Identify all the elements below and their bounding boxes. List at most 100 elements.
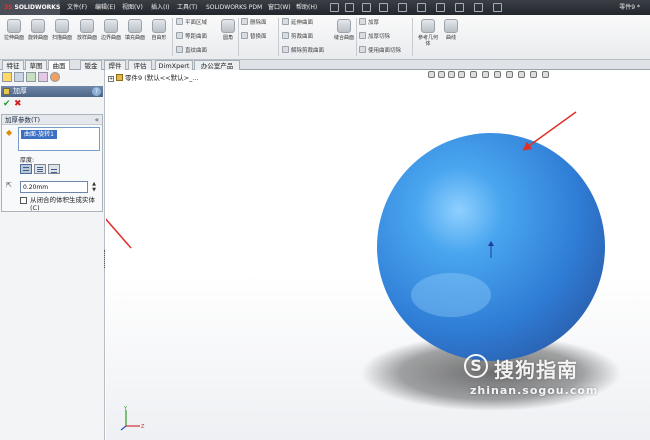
reference-geometry-button[interactable]: 参考几何体 — [416, 19, 440, 47]
help-icon[interactable]: ? — [92, 87, 101, 96]
fillet-button[interactable]: 圆角 — [217, 19, 239, 41]
thicken-button[interactable]: 加厚 — [359, 18, 379, 28]
check-icon[interactable]: ✔ — [3, 99, 11, 109]
tab-weldments[interactable]: 焊件 — [104, 60, 126, 70]
configuration-manager-icon[interactable] — [26, 72, 36, 82]
freeform-icon — [152, 19, 166, 33]
undo-icon[interactable] — [417, 3, 426, 12]
untrim-surface-button[interactable]: 解除剪裁曲面 — [282, 46, 324, 56]
group-header[interactable]: 加厚参数(T) « — [2, 115, 102, 125]
rebuild-icon[interactable] — [455, 3, 464, 12]
watermark-name: 搜狗指南 — [494, 358, 578, 382]
close-icon[interactable]: ✖ — [14, 99, 22, 109]
solidworks-logo[interactable]: 3S SOLIDWORKS — [0, 0, 60, 15]
save-icon[interactable] — [379, 3, 388, 12]
create-solid-checkbox[interactable] — [20, 197, 27, 204]
fillet-label: 圆角 — [222, 35, 233, 41]
filled-surface-button[interactable]: 填充曲面 — [124, 19, 146, 41]
offset-surface-button[interactable]: 等距曲面 — [176, 32, 207, 42]
tab-evaluate[interactable]: 评估 — [128, 60, 152, 70]
options-gear-icon[interactable] — [493, 3, 502, 12]
graphics-area[interactable]: + 零件9 (默认<<默认>_... Y Z S 搜狗指南 zhinan.sog… — [106, 70, 650, 440]
extruded-surface-button[interactable]: 拉伸曲面 — [3, 19, 25, 41]
sphere-highlight — [411, 273, 491, 317]
extruded-surface-label: 拉伸曲面 — [3, 35, 24, 41]
revolved-surface-button[interactable]: 旋转曲面 — [27, 19, 49, 41]
swept-surface-icon — [55, 19, 69, 33]
watermark-logo: S — [464, 354, 488, 378]
menu-insert[interactable]: 插入(I) — [151, 0, 169, 15]
tab-features[interactable]: 特征 — [2, 60, 24, 70]
menu-pdm[interactable]: SOLIDWORKS PDM — [206, 0, 262, 15]
thickened-cut-button[interactable]: 加厚切除 — [359, 32, 390, 42]
thicken-label: 加厚 — [368, 20, 380, 26]
cut-with-surface-button[interactable]: 使用曲面切除 — [359, 46, 401, 56]
feature-manager-icon[interactable] — [2, 72, 12, 82]
document-title: 零件9 * — [619, 4, 640, 11]
menu-edit[interactable]: 编辑(E) — [95, 0, 115, 15]
curves-button[interactable]: 曲线 — [440, 19, 462, 41]
cut-with-surface-label: 使用曲面切除 — [368, 48, 402, 54]
thicken-side2-button[interactable] — [48, 164, 60, 174]
display-manager-icon[interactable] — [50, 72, 60, 82]
menu-file[interactable]: 文件(F) — [67, 0, 87, 15]
surface-selection-list[interactable]: 曲面-旋转1 — [18, 127, 100, 151]
tab-surfaces[interactable]: 曲面 — [48, 60, 70, 70]
menu-window[interactable]: 窗口(W) — [268, 0, 291, 15]
swept-surface-button[interactable]: 扫描曲面 — [51, 19, 73, 41]
delete-face-icon — [241, 18, 248, 25]
tab-dimxpert[interactable]: DimXpert — [155, 60, 193, 70]
lofted-surface-button[interactable]: 放样曲面 — [76, 19, 98, 41]
tab-sheet-metal[interactable]: 钣金 — [80, 60, 102, 70]
command-manager: 拉伸曲面 旋转曲面 扫描曲面 放样曲面 边界曲面 填充曲面 自由形 平面区域 等… — [0, 15, 650, 60]
print-icon[interactable] — [398, 3, 407, 12]
collapse-chevron-icon[interactable]: « — [95, 115, 99, 125]
planar-surface-button[interactable]: 平面区域 — [176, 18, 207, 28]
select-icon[interactable] — [436, 3, 445, 12]
extend-surface-label: 延伸曲面 — [291, 20, 314, 26]
boundary-surface-button[interactable]: 边界曲面 — [100, 19, 122, 41]
pin-icon[interactable] — [330, 3, 339, 12]
cut-with-surface-icon — [359, 46, 366, 53]
reference-geometry-label: 参考几何体 — [417, 35, 438, 47]
menu-help[interactable]: 帮助(H) — [296, 0, 317, 15]
file-properties-icon[interactable] — [474, 3, 483, 12]
trim-surface-button[interactable]: 剪裁曲面 — [282, 32, 313, 42]
property-manager-icon[interactable] — [14, 72, 24, 82]
ribbon-divider — [356, 18, 357, 56]
thickness-spinner[interactable]: ▲ ▼ — [90, 181, 98, 193]
ribbon-divider — [238, 18, 239, 56]
delete-face-button[interactable]: 删除面 — [241, 18, 267, 28]
offset-surface-label: 等距曲面 — [185, 34, 208, 40]
thicken-icon — [3, 88, 10, 95]
freeform-button[interactable]: 自由形 — [148, 19, 170, 41]
ruled-surface-label: 直纹曲面 — [185, 48, 208, 54]
tab-sketch[interactable]: 草图 — [25, 60, 47, 70]
selected-surface-item[interactable]: 曲面-旋转1 — [21, 130, 57, 139]
thicken-side1-button[interactable] — [20, 164, 32, 174]
replace-face-button[interactable]: 替换面 — [241, 32, 267, 42]
dimxpert-manager-icon[interactable] — [38, 72, 48, 82]
thicken-parameters-group: 加厚参数(T) « ◆ 曲面-旋转1 厚度: ⇱ ▲▼ 从闭合的体积生成实体(C… — [1, 114, 103, 212]
ribbon-divider — [278, 18, 279, 56]
tab-office-products[interactable]: 办公室产品 — [194, 60, 240, 70]
property-manager-header: 加厚 ? — [1, 86, 103, 97]
ruled-surface-button[interactable]: 直纹曲面 — [176, 46, 207, 56]
extend-surface-button[interactable]: 延伸曲面 — [282, 18, 313, 28]
trim-surface-icon — [282, 32, 289, 39]
menu-tools[interactable]: 工具(T) — [177, 0, 197, 15]
open-icon[interactable] — [362, 3, 371, 12]
thicken-both-button[interactable] — [34, 164, 46, 174]
revolved-surface-icon — [31, 19, 45, 33]
replace-face-label: 替换面 — [250, 34, 267, 40]
coordinate-triad: Y Z — [120, 406, 145, 431]
knit-surface-button[interactable]: 缝合曲面 — [334, 19, 354, 41]
fillet-icon — [221, 19, 235, 33]
curves-label: 曲线 — [445, 35, 456, 41]
new-document-icon[interactable] — [345, 3, 354, 12]
filled-surface-label: 填充曲面 — [124, 35, 145, 41]
thickness-input[interactable] — [20, 181, 88, 193]
menu-view[interactable]: 视图(V) — [122, 0, 143, 15]
offset-surface-icon — [176, 32, 183, 39]
trim-surface-label: 剪裁曲面 — [291, 34, 314, 40]
